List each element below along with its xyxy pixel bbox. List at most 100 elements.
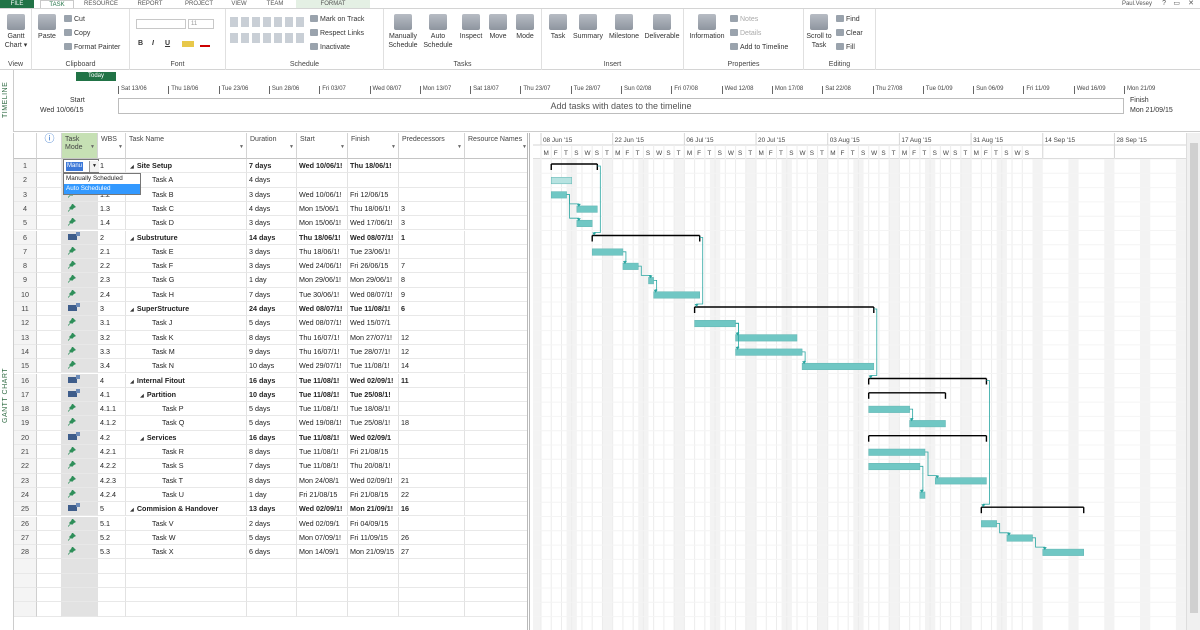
task-name-cell[interactable]: ◢ SuperStructure [126,302,247,317]
duration-cell[interactable]: 10 days [247,387,297,403]
task-mode-cell[interactable] [62,302,98,317]
resource-names-cell[interactable] [465,173,527,188]
row-number[interactable]: 7 [14,244,37,260]
empty-cell[interactable] [98,573,126,588]
info-cell[interactable] [37,330,62,345]
row-number[interactable]: 10 [14,287,37,302]
info-cell[interactable] [37,416,62,431]
resource-names-cell[interactable] [465,502,527,517]
task-mode-cell[interactable] [62,416,98,431]
insert-task-button[interactable]: Task [544,14,572,41]
insert-deliverable-button[interactable]: Deliverable [642,14,682,41]
start-cell[interactable]: Tue 30/06/1! [297,287,348,302]
finish-cell[interactable]: Fri 11/09/15 [348,530,399,546]
scroll-to-task-button[interactable]: Scroll to Task [806,14,832,50]
predecessors-cell[interactable]: 12 [399,330,465,345]
predecessors-cell[interactable]: 27 [399,545,465,560]
predecessors-cell[interactable] [399,159,465,174]
info-cell[interactable] [37,244,62,260]
chevron-down-icon[interactable]: ▼ [457,143,462,151]
info-cell[interactable] [37,473,62,488]
task-name-cell[interactable]: Task Q [126,416,247,431]
row-number[interactable]: 22 [14,459,37,474]
task-name-cell[interactable]: ◢ Partition [126,387,247,403]
empty-cell[interactable] [297,559,348,574]
header-task-name[interactable]: Task Name ▼ [126,133,247,159]
empty-cell[interactable] [37,573,62,588]
finish-cell[interactable] [348,173,399,188]
tab-report[interactable]: REPORT [128,0,172,8]
table-row[interactable]: 20 4.2 ◢ Services 16 days Tue 11/08/1! Wed 02/… [14,430,527,445]
inactivate-button[interactable]: Inactivate [310,43,350,52]
chevron-down-icon[interactable]: ▼ [239,143,244,151]
duration-cell[interactable]: 9 days [247,344,297,360]
row-number[interactable]: 24 [14,487,37,503]
start-cell[interactable]: Mon 07/09/1! [297,530,348,546]
duration-cell[interactable]: 2 days [247,516,297,531]
finish-cell[interactable]: Thu 18/06/1! [348,201,399,217]
table-row[interactable]: 7 2.1 Task E 3 days Thu 18/06/1! Tue 23/06/1! [14,244,527,260]
empty-cell[interactable] [98,588,126,603]
duration-cell[interactable]: 16 days [247,373,297,388]
wbs-cell[interactable]: 2 [98,230,126,245]
wbs-cell[interactable]: 5.1 [98,516,126,531]
task-name-cell[interactable]: Task E [126,244,247,260]
empty-cell[interactable] [37,602,62,617]
add-to-timeline-button[interactable]: Add to Timeline [730,43,788,52]
task-mode-cell[interactable] [62,344,98,360]
chevron-down-icon[interactable]: ▼ [118,143,123,151]
tab-task[interactable]: TASK [40,0,74,8]
finish-cell[interactable]: Tue 11/08/1! [348,359,399,374]
row-number[interactable]: 3 [14,187,37,202]
finish-cell[interactable]: Wed 02/09/1! [348,373,399,388]
resource-names-cell[interactable] [465,231,527,245]
font-color-icon[interactable] [200,41,210,47]
bold-button[interactable]: B [138,40,143,47]
duration-cell[interactable]: 3 days [247,244,297,260]
table-row[interactable]: 26 5.1 Task V 2 days Wed 02/09/1 Fri 04/09/15 [14,516,527,531]
tab-resource[interactable]: RESOURCE [78,0,124,8]
copy-button[interactable]: Copy [64,29,90,38]
mark-on-track-button[interactable]: Mark on Track [310,15,364,24]
duration-cell[interactable]: 4 days [247,173,297,188]
italic-button[interactable]: I [152,40,154,47]
info-cell[interactable] [37,273,62,288]
start-cell[interactable]: Thu 18/06/1! [297,230,348,245]
info-cell[interactable] [37,259,62,274]
task-mode-cell[interactable] [62,502,98,517]
task-bar[interactable] [934,477,987,485]
resource-names-cell[interactable] [465,302,527,317]
duration-cell[interactable]: 1 day [247,273,297,288]
task-bar[interactable] [550,191,567,199]
resource-names-cell[interactable] [465,388,527,403]
task-name-cell[interactable]: Task W [126,530,247,546]
finish-cell[interactable]: Fri 12/06/15 [348,187,399,202]
predecessors-cell[interactable] [399,316,465,331]
wbs-cell[interactable]: 3 [98,302,126,317]
start-cell[interactable]: Wed 10/06/1! [297,159,348,174]
task-name-cell[interactable]: Task F [126,259,247,274]
header-duration[interactable]: Duration ▼ [247,133,297,159]
row-number[interactable]: 2 [14,173,37,188]
task-mode-cell[interactable] [62,530,98,546]
duration-cell[interactable]: 7 days [247,287,297,302]
finish-cell[interactable]: Mon 21/09/15 [348,545,399,560]
duration-cell[interactable]: 7 days [247,459,297,474]
table-row[interactable]: 17 4.1 ◢ Partition 10 days Tue 11/08/1! Tue 25… [14,387,527,403]
predecessors-cell[interactable]: 1 [399,230,465,245]
empty-cell[interactable] [348,588,399,603]
table-row[interactable]: 22 4.2.2 Task S 7 days Tue 11/08/1! Thu 20/08… [14,459,527,474]
task-mode-edit-box[interactable]: Manu ▼ [63,159,99,173]
empty-cell[interactable] [247,573,297,588]
task-mode-cell[interactable] [62,430,98,445]
start-cell[interactable]: Mon 29/06/1! [297,273,348,288]
header-start[interactable]: Start ▼ [297,133,348,159]
format-painter-button[interactable]: Format Painter [64,43,120,52]
task-mode-value[interactable]: Manu [66,162,84,171]
empty-cell[interactable] [399,573,465,588]
row-number[interactable]: 15 [14,359,37,374]
highlight-color-icon[interactable] [182,41,194,47]
empty-cell[interactable] [399,588,465,603]
table-row[interactable]: 15 3.4 Task N 10 days Wed 29/07/1! Tue 11/08/… [14,359,527,374]
table-row[interactable]: 14 3.3 Task M 9 days Thu 16/07/1! Tue 28/07/1… [14,344,527,360]
